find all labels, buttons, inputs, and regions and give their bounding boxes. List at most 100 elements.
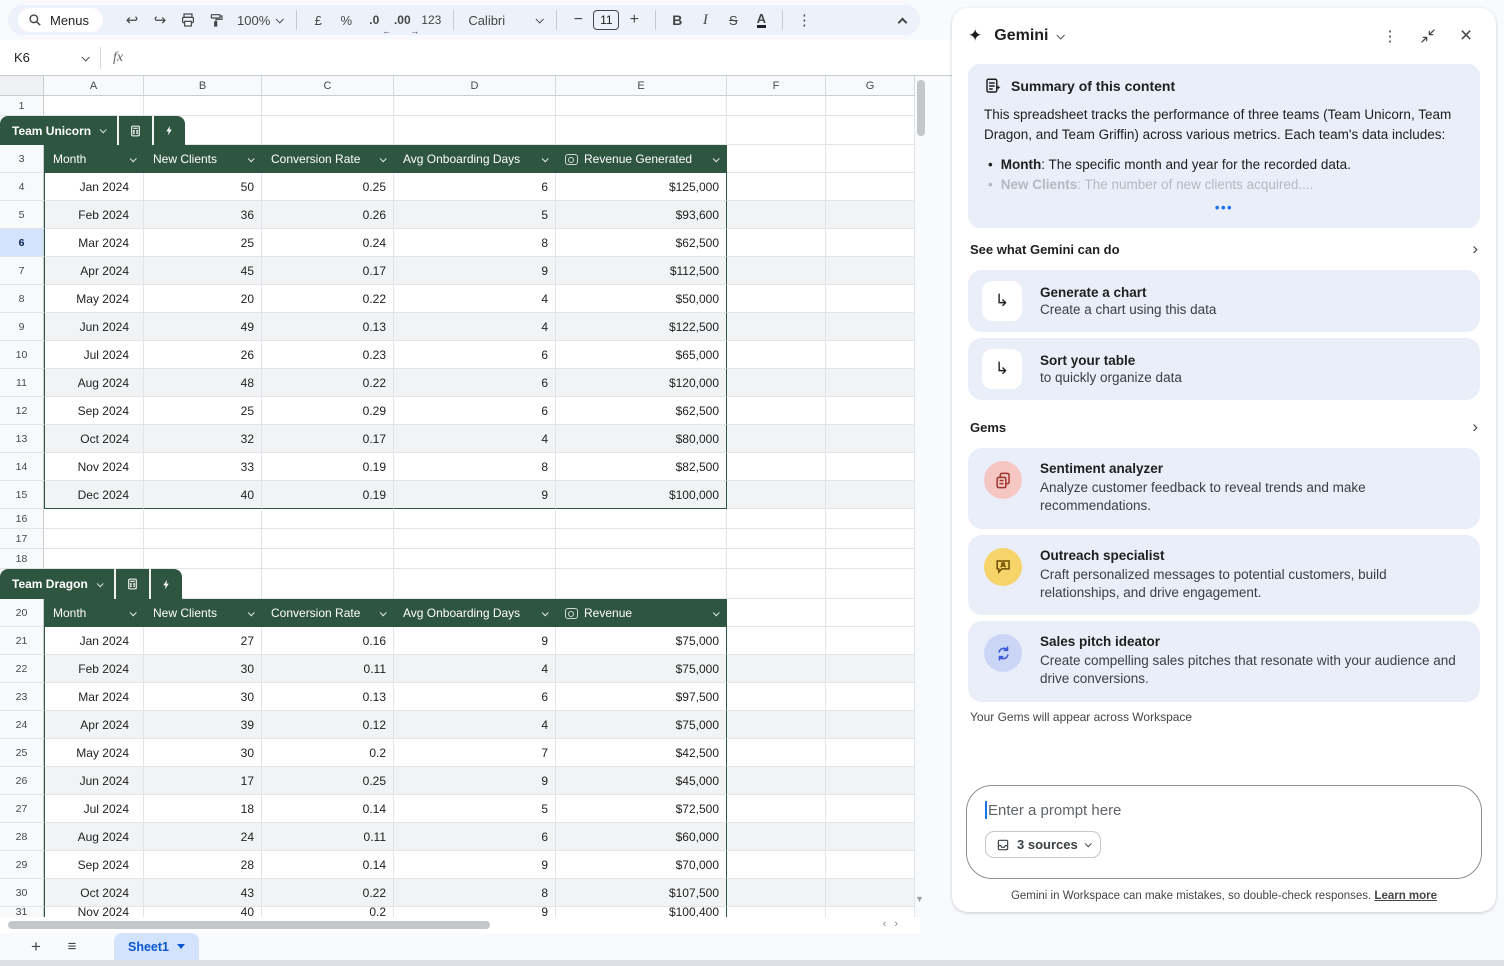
cell[interactable]: 4 bbox=[394, 313, 556, 341]
cell[interactable] bbox=[826, 879, 915, 907]
cell[interactable] bbox=[262, 509, 394, 529]
text-color-button[interactable]: A bbox=[748, 7, 774, 33]
cell[interactable] bbox=[826, 425, 915, 453]
cell[interactable]: 30 bbox=[144, 655, 262, 683]
cell[interactable] bbox=[826, 569, 915, 599]
cell[interactable] bbox=[727, 145, 826, 173]
cell[interactable]: $70,000 bbox=[556, 851, 727, 879]
row-header[interactable]: 28 bbox=[0, 823, 44, 851]
undo-button[interactable]: ↩ bbox=[119, 7, 145, 33]
collapse-panel-icon[interactable] bbox=[1414, 22, 1442, 50]
chevron-down-icon[interactable] bbox=[713, 155, 720, 162]
row-header[interactable]: 13 bbox=[0, 425, 44, 453]
column-header[interactable]: F bbox=[727, 76, 826, 96]
cell[interactable]: Apr 2024 bbox=[44, 711, 144, 739]
cell[interactable]: Aug 2024 bbox=[44, 823, 144, 851]
cell[interactable] bbox=[727, 823, 826, 851]
cell[interactable]: 6 bbox=[394, 369, 556, 397]
cell[interactable] bbox=[556, 116, 727, 145]
font-size-input[interactable]: 11 bbox=[593, 10, 619, 30]
cell[interactable]: 9 bbox=[394, 851, 556, 879]
chevron-down-icon[interactable] bbox=[130, 609, 137, 616]
row-header[interactable]: 26 bbox=[0, 767, 44, 795]
cell[interactable] bbox=[727, 711, 826, 739]
bold-button[interactable]: B bbox=[664, 7, 690, 33]
table-name[interactable]: Team Dragon bbox=[0, 569, 114, 599]
chevron-down-icon[interactable] bbox=[713, 609, 720, 616]
row-header[interactable]: 15 bbox=[0, 481, 44, 509]
cell[interactable] bbox=[826, 481, 915, 509]
cell[interactable]: 6 bbox=[394, 173, 556, 201]
cell[interactable] bbox=[556, 549, 727, 569]
hide-menus-button[interactable] bbox=[899, 13, 906, 31]
cell[interactable] bbox=[727, 683, 826, 711]
learn-more-link[interactable]: Learn more bbox=[1374, 890, 1437, 902]
redo-button[interactable]: ↪ bbox=[147, 7, 173, 33]
cell[interactable] bbox=[826, 599, 915, 627]
cell[interactable] bbox=[826, 116, 915, 145]
cell[interactable] bbox=[394, 116, 556, 145]
chevron-down-icon[interactable] bbox=[130, 155, 137, 162]
paint-format-button[interactable] bbox=[203, 7, 229, 33]
table-tools-button[interactable] bbox=[152, 116, 185, 145]
cell[interactable] bbox=[826, 549, 915, 569]
cell[interactable]: 43 bbox=[144, 879, 262, 907]
row-header[interactable]: 29 bbox=[0, 851, 44, 879]
cell[interactable] bbox=[44, 96, 144, 116]
column-header[interactable]: A bbox=[44, 76, 144, 96]
cell[interactable] bbox=[826, 767, 915, 795]
row-header[interactable]: 18 bbox=[0, 549, 44, 569]
cell[interactable]: 30 bbox=[144, 683, 262, 711]
cell[interactable] bbox=[826, 529, 915, 549]
table-calculate-button[interactable] bbox=[117, 116, 152, 145]
horizontal-scrollbar[interactable]: ‹› bbox=[0, 917, 920, 933]
cell[interactable] bbox=[556, 509, 727, 529]
cell[interactable] bbox=[394, 529, 556, 549]
cell[interactable] bbox=[727, 549, 826, 569]
cell[interactable]: $107,500 bbox=[556, 879, 727, 907]
cell[interactable] bbox=[727, 313, 826, 341]
select-all-corner[interactable] bbox=[0, 76, 44, 96]
cell[interactable] bbox=[826, 173, 915, 201]
cell[interactable]: 0.22 bbox=[262, 879, 394, 907]
chevron-down-icon[interactable] bbox=[542, 609, 549, 616]
summary-card[interactable]: Summary of this content This spreadsheet… bbox=[968, 64, 1480, 228]
cell[interactable]: $75,000 bbox=[556, 711, 727, 739]
table-header-cell[interactable]: New Clients bbox=[144, 145, 262, 173]
cell[interactable]: $75,000 bbox=[556, 655, 727, 683]
cell[interactable]: $82,500 bbox=[556, 453, 727, 481]
cell[interactable]: 0.2 bbox=[262, 739, 394, 767]
cell[interactable]: 6 bbox=[394, 683, 556, 711]
row-header[interactable]: 17 bbox=[0, 529, 44, 549]
increase-font-size-button[interactable]: + bbox=[621, 7, 647, 33]
chevron-down-icon[interactable] bbox=[542, 155, 549, 162]
cell[interactable]: 0.24 bbox=[262, 229, 394, 257]
column-header[interactable]: G bbox=[826, 76, 915, 96]
cell[interactable]: 0.22 bbox=[262, 285, 394, 313]
cell[interactable] bbox=[727, 627, 826, 655]
cell[interactable]: $62,500 bbox=[556, 229, 727, 257]
more-options-icon[interactable]: ⋮ bbox=[1376, 22, 1404, 50]
cell[interactable]: 0.14 bbox=[262, 795, 394, 823]
chevron-down-icon[interactable] bbox=[248, 155, 255, 162]
cell[interactable] bbox=[727, 569, 826, 599]
cell[interactable]: May 2024 bbox=[44, 739, 144, 767]
cell[interactable] bbox=[727, 96, 826, 116]
cell[interactable]: $122,500 bbox=[556, 313, 727, 341]
cell[interactable] bbox=[826, 313, 915, 341]
cell[interactable] bbox=[394, 509, 556, 529]
cell[interactable] bbox=[394, 96, 556, 116]
cell[interactable] bbox=[727, 509, 826, 529]
cell[interactable]: 17 bbox=[144, 767, 262, 795]
cell[interactable]: $62,500 bbox=[556, 397, 727, 425]
cell[interactable]: 40 bbox=[144, 481, 262, 509]
cell[interactable]: Mar 2024 bbox=[44, 683, 144, 711]
cell[interactable]: 0.25 bbox=[262, 767, 394, 795]
cell[interactable] bbox=[727, 425, 826, 453]
cell[interactable] bbox=[727, 453, 826, 481]
cell[interactable]: 45 bbox=[144, 257, 262, 285]
cell[interactable] bbox=[826, 145, 915, 173]
cell[interactable]: 0.13 bbox=[262, 313, 394, 341]
suggestion-card[interactable]: ↳Generate a chartCreate a chart using th… bbox=[968, 270, 1480, 332]
table-header-cell[interactable]: Month bbox=[44, 145, 144, 173]
